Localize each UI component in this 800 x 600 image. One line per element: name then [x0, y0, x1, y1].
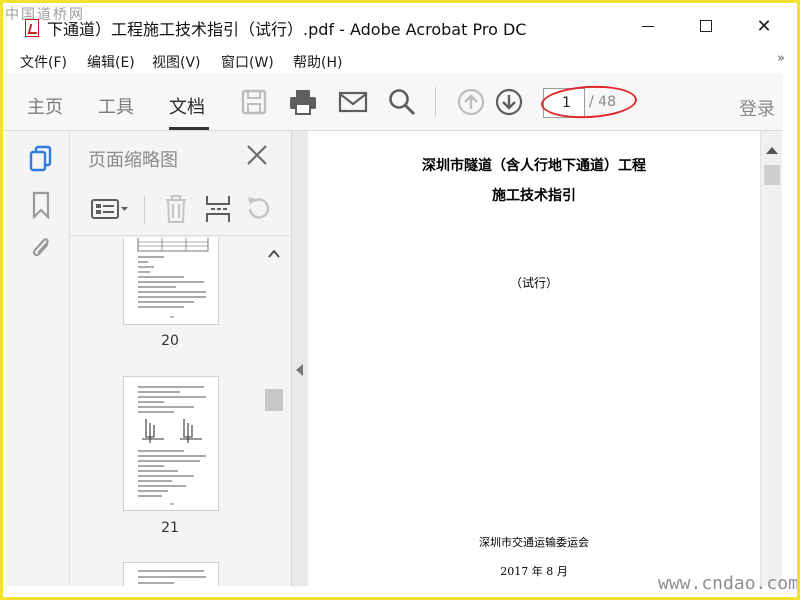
thumbnail-label-20: 20: [161, 333, 179, 349]
menu-overflow-icon[interactable]: »: [777, 51, 785, 66]
navigation-rail: [6, 131, 70, 586]
maximize-icon: [700, 20, 712, 32]
menu-view[interactable]: 视图(V): [152, 52, 201, 72]
thumbnail-page-21[interactable]: [123, 376, 219, 511]
thumbnail-page-20-preview: [137, 238, 209, 318]
panel-toolbar-separator: [144, 196, 145, 224]
thumbnail-label-21: 21: [161, 520, 179, 536]
menu-help[interactable]: 帮助(H): [293, 52, 342, 72]
thumbnails-panel: 页面缩略图 20 21: [70, 131, 292, 586]
menu-edit[interactable]: 编辑(E): [87, 52, 135, 72]
close-panel-icon[interactable]: [245, 143, 269, 167]
document-scrollbar[interactable]: [760, 131, 782, 586]
document-title-line1: 深圳市隧道（含人行地下通道）工程: [422, 158, 646, 174]
next-page-icon[interactable]: [494, 87, 524, 117]
panel-toolbar: [70, 186, 292, 236]
main-toolbar: 主页 工具 文档: [3, 73, 783, 131]
thumbnail-list: 20 21: [70, 238, 292, 586]
toolbar-separator: [435, 87, 436, 117]
collapse-arrow-icon: [296, 364, 303, 376]
pdf-file-icon: [25, 19, 39, 37]
thumbnail-page-22[interactable]: [123, 562, 219, 586]
email-icon[interactable]: [338, 87, 368, 117]
close-window-button[interactable]: ✕: [741, 11, 787, 41]
insert-page-icon[interactable]: [202, 194, 234, 224]
menu-file[interactable]: 文件(F): [20, 52, 67, 72]
panel-scrollbar-thumb[interactable]: [265, 389, 283, 411]
document-title-line2: 施工技术指引: [492, 188, 576, 204]
document-subtitle: （试行）: [509, 276, 558, 290]
panel-scroll-up-icon[interactable]: [268, 245, 280, 258]
tab-document[interactable]: 文档: [169, 93, 205, 119]
rotate-page-icon[interactable]: [242, 194, 274, 224]
thumbnail-page-22-preview: [138, 570, 206, 584]
panel-collapse-handle[interactable]: [292, 131, 308, 586]
maximize-button[interactable]: [683, 11, 729, 41]
app-window: 中国道桥网 下通道）工程施工技术指引（试行）.pdf - Adobe Acrob…: [0, 0, 800, 600]
watermark-bottom: www.cndao.com: [658, 573, 799, 594]
active-tab-indicator: [169, 127, 209, 130]
menu-window[interactable]: 窗口(W): [221, 52, 274, 72]
window-title: 下通道）工程施工技术指引（试行）.pdf - Adobe Acrobat Pro…: [47, 20, 527, 39]
prev-page-icon[interactable]: [456, 87, 486, 117]
attachments-icon[interactable]: [28, 233, 54, 261]
document-organization: 深圳市交通运输委运会: [479, 536, 589, 549]
menu-bar: 文件(F) 编辑(E) 视图(V) 窗口(W) 帮助(H) »: [3, 47, 797, 73]
title-bar: 中国道桥网 下通道）工程施工技术指引（试行）.pdf - Adobe Acrob…: [3, 3, 797, 43]
scroll-up-icon[interactable]: [766, 147, 778, 154]
minimize-button[interactable]: [625, 11, 671, 41]
bookmarks-icon[interactable]: [28, 191, 54, 220]
thumbnail-page-21-preview: [138, 386, 206, 505]
minimize-icon: [642, 25, 654, 27]
document-scrollbar-thumb[interactable]: [764, 165, 780, 185]
search-icon[interactable]: [387, 87, 417, 117]
thumbnail-page-20[interactable]: [123, 238, 219, 325]
tab-home[interactable]: 主页: [27, 93, 63, 119]
login-button[interactable]: 登录: [739, 95, 775, 121]
document-page: 深圳市隧道（含人行地下通道）工程 施工技术指引 （试行） 深圳市交通运输委运会 …: [308, 131, 760, 586]
tab-tools[interactable]: 工具: [98, 93, 134, 119]
panel-title: 页面缩略图: [88, 150, 178, 171]
delete-page-icon[interactable]: [160, 194, 192, 224]
thumbnail-options-icon[interactable]: [90, 194, 130, 224]
print-icon[interactable]: [288, 87, 318, 117]
page-thumbnails-icon[interactable]: [28, 145, 54, 173]
save-icon[interactable]: [239, 87, 269, 117]
